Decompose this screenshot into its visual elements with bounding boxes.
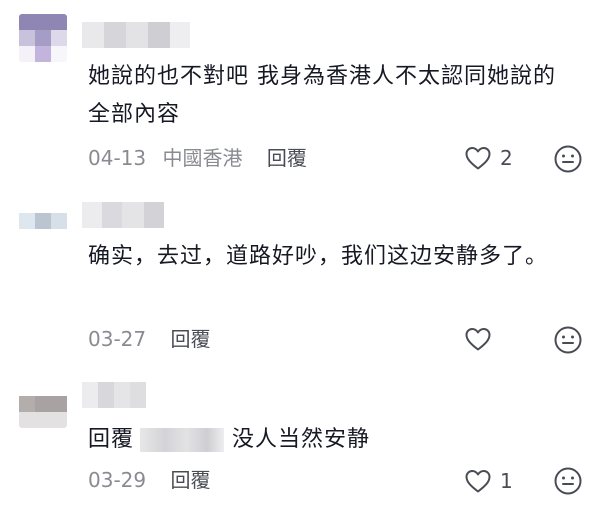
like-button[interactable]: [464, 324, 500, 354]
comment-region: 中國香港: [162, 146, 243, 170]
username-redacted[interactable]: [82, 382, 146, 408]
heart-outline-icon: [465, 147, 491, 170]
comment-meta: 03-27 回覆: [88, 324, 210, 354]
reply-button[interactable]: 回覆: [170, 468, 210, 492]
comment-text: 确实，去过，道路好吵，我们这边安静多了。: [88, 244, 549, 269]
comment-text: 回覆 没人当然安静: [88, 421, 578, 459]
like-count: 2: [500, 146, 513, 170]
emoji-face-icon[interactable]: [553, 144, 583, 174]
avatar[interactable]: [19, 197, 67, 245]
reply-prefix: 回覆: [88, 427, 135, 452]
comment-meta: 03-29 回覆: [88, 465, 210, 495]
heart-outline-icon: [465, 328, 491, 351]
username-redacted[interactable]: [82, 22, 190, 48]
mentioned-user-redacted[interactable]: [140, 428, 225, 452]
comment-date: 03-27: [88, 327, 147, 351]
emoji-face-icon[interactable]: [553, 466, 583, 496]
like-button[interactable]: 2: [464, 143, 513, 173]
reply-button[interactable]: 回覆: [170, 327, 210, 351]
username-redacted[interactable]: [82, 202, 164, 228]
comment-date: 04-13: [88, 146, 147, 170]
avatar[interactable]: [19, 14, 67, 62]
emoji-face-icon[interactable]: [553, 325, 583, 355]
like-button[interactable]: 1: [464, 466, 513, 496]
like-count: 1: [500, 469, 513, 493]
comment-meta: 04-13 中國香港 回覆: [88, 143, 307, 173]
comment-date: 03-29: [88, 468, 147, 492]
comment-text: 她說的也不對吧 我身為香港人不太認同她說的全部內容: [88, 64, 556, 127]
reply-button[interactable]: 回覆: [267, 146, 307, 170]
reply-text: 没人当然安静: [232, 427, 371, 452]
heart-outline-icon: [465, 470, 491, 493]
avatar[interactable]: [19, 380, 67, 428]
